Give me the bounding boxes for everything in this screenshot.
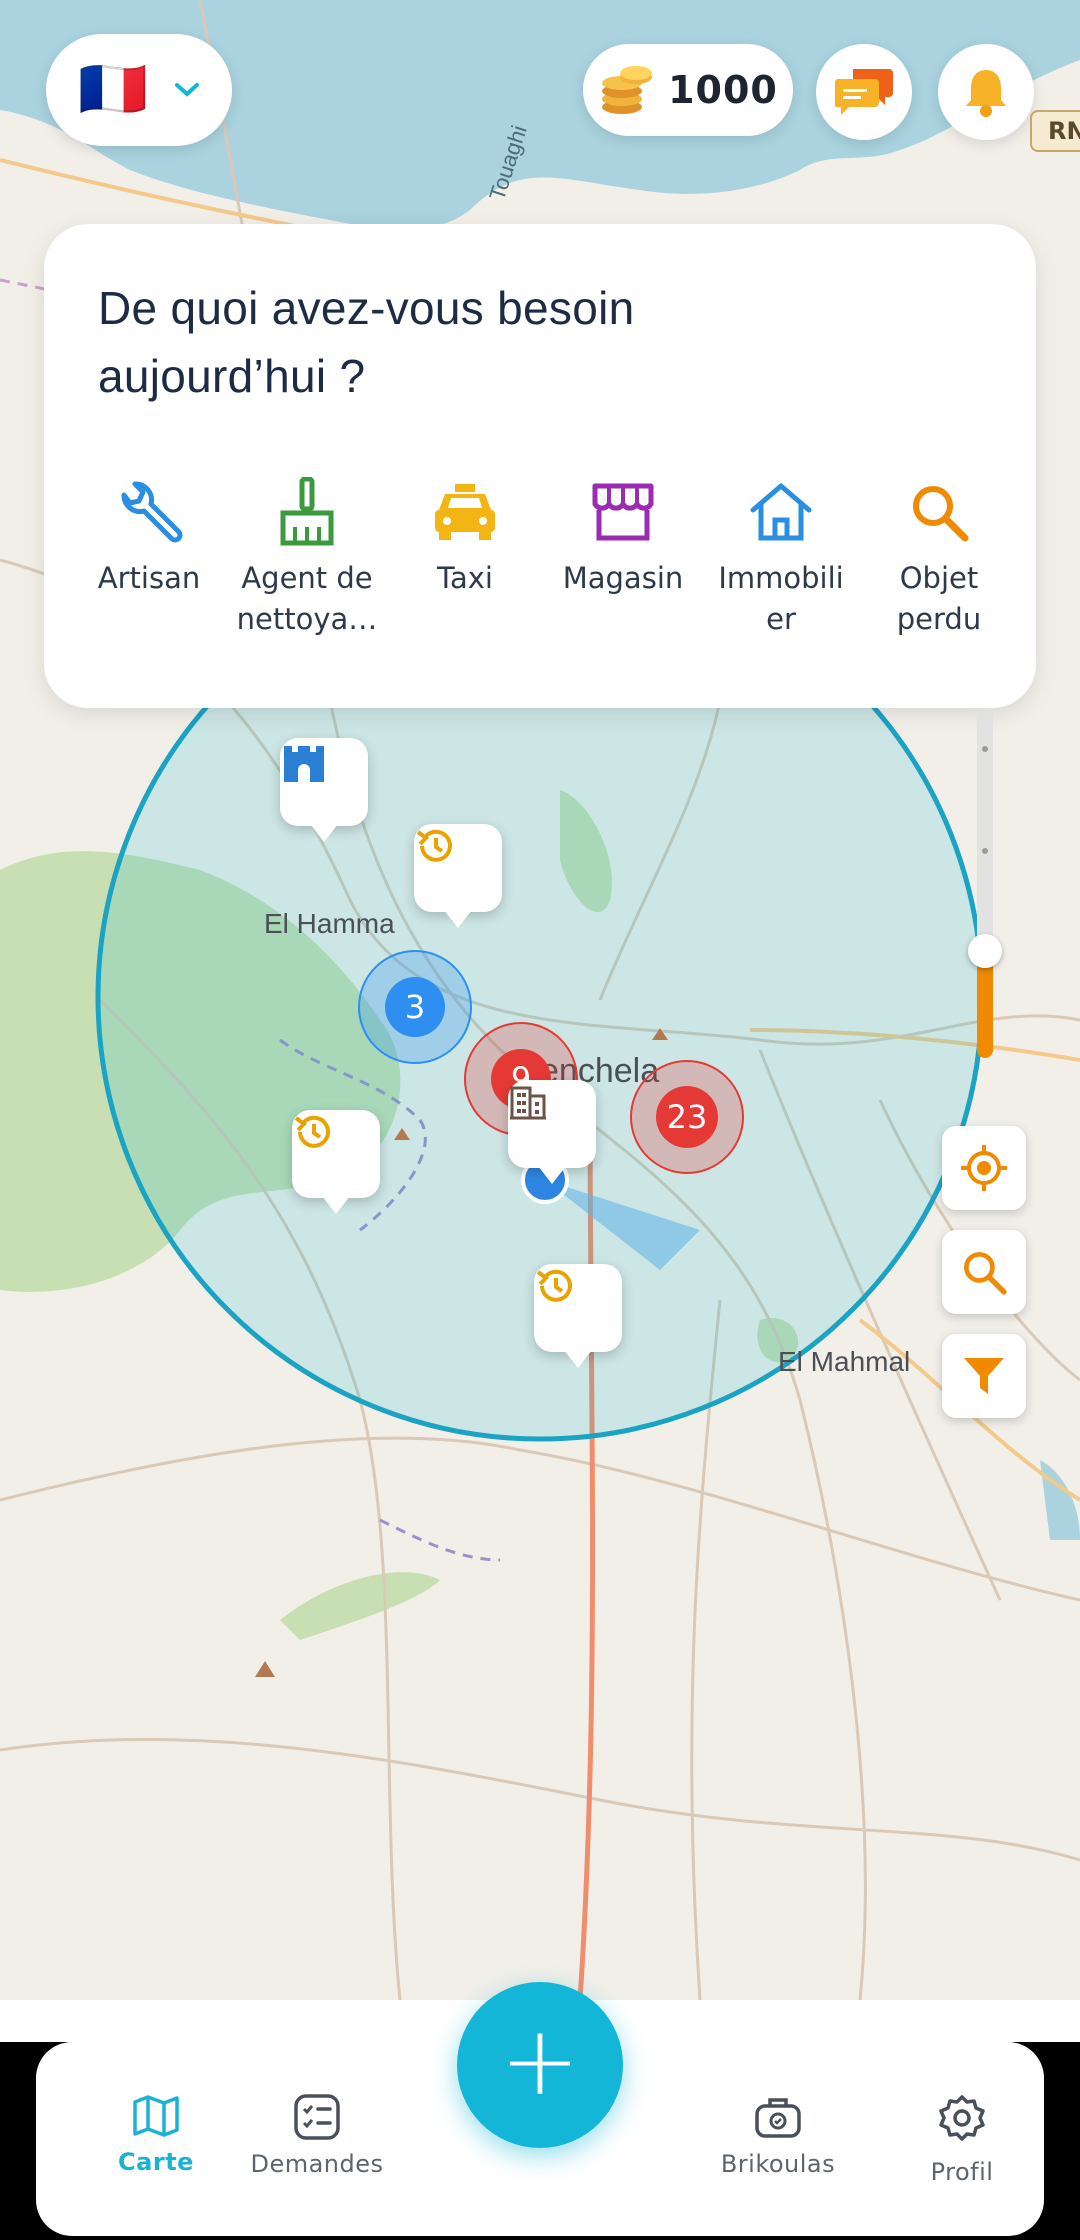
- slider-thumb[interactable]: [968, 934, 1002, 968]
- house-icon: [750, 483, 812, 541]
- history-marker[interactable]: [292, 1110, 380, 1214]
- chat-icon: [835, 69, 893, 115]
- building-icon: [510, 1086, 546, 1120]
- radius-slider[interactable]: [968, 708, 1002, 1060]
- history-icon: [536, 1269, 572, 1302]
- category-label: Immobili er: [718, 561, 844, 636]
- cluster-count: 23: [656, 1086, 718, 1148]
- coins-balance[interactable]: 1000: [583, 44, 793, 136]
- category-artisan[interactable]: Artisan: [74, 472, 224, 640]
- nav-item-demandes[interactable]: Demandes: [227, 2094, 407, 2178]
- notifications-button[interactable]: [938, 44, 1034, 140]
- history-icon: [294, 1115, 330, 1148]
- search-icon: [964, 1252, 1007, 1295]
- history-icon: [416, 829, 452, 862]
- nav-label: Carte: [118, 2148, 194, 2176]
- nav-item-brikoulas[interactable]: Brikoulas: [688, 2094, 868, 2178]
- plus-icon: +: [499, 2005, 581, 2117]
- category-label: Taxi: [437, 561, 493, 595]
- building-marker[interactable]: [508, 1080, 596, 1184]
- place-label-el-mahmal: El Mahmal: [778, 1346, 911, 1377]
- cluster-count: 3: [385, 977, 445, 1037]
- france-flag-icon: 🇫🇷: [78, 57, 148, 122]
- nav-item-profil[interactable]: Profil: [872, 2094, 1052, 2186]
- history-marker[interactable]: [414, 824, 502, 928]
- coins-value: 1000: [668, 68, 778, 112]
- toolbox-icon: [755, 2098, 801, 2138]
- slider-tick: [982, 746, 988, 752]
- nav-item-carte[interactable]: Carte: [66, 2094, 246, 2176]
- nav-label: Brikoulas: [720, 2150, 836, 2178]
- category-label: Objet perdu: [896, 561, 982, 636]
- store-icon: [592, 483, 654, 541]
- broom-icon: [280, 477, 334, 546]
- cluster-marker-red[interactable]: 23: [630, 1060, 744, 1174]
- castle-icon: [284, 746, 324, 782]
- cluster-marker-blue[interactable]: 3: [358, 950, 472, 1064]
- nav-label: Demandes: [250, 2150, 384, 2178]
- category-taxi[interactable]: Taxi: [390, 472, 540, 640]
- category-label: Artisan: [97, 561, 201, 595]
- card-title: De quoi avez-vous besoin aujourd’hui ?: [98, 282, 635, 402]
- messages-button[interactable]: [816, 44, 912, 140]
- taxi-icon: [435, 484, 495, 540]
- map-search-button[interactable]: [942, 1230, 1026, 1314]
- add-request-button[interactable]: +: [457, 1982, 623, 2148]
- nav-label: Profil: [930, 2158, 994, 2186]
- category-store[interactable]: Magasin: [548, 472, 698, 640]
- language-selector[interactable]: 🇫🇷: [46, 34, 232, 146]
- history-marker[interactable]: [534, 1264, 622, 1368]
- category-label: Agent de nettoya…: [236, 561, 378, 636]
- wrench-icon: [121, 481, 183, 543]
- place-label-el-hamma: El Hamma: [264, 908, 395, 939]
- checklist-icon: [294, 2094, 340, 2140]
- locate-me-button[interactable]: [942, 1126, 1026, 1210]
- filter-button[interactable]: [942, 1334, 1026, 1418]
- category-lost-object[interactable]: Objet perdu: [864, 472, 1014, 640]
- search-icon: [913, 486, 969, 542]
- slider-tick: [982, 848, 988, 854]
- map-icon: [133, 2095, 179, 2137]
- category-cleaning-agent[interactable]: Agent de nettoya…: [232, 472, 382, 640]
- service-card: De quoi avez-vous besoin aujourd’hui ? A…: [44, 224, 1036, 708]
- coins-icon: [602, 66, 653, 114]
- chevron-down-icon: [174, 83, 199, 97]
- slider-fill: [977, 958, 993, 1058]
- category-list: Artisan Agent de nettoya… Taxi Magasin I…: [74, 472, 1014, 640]
- gear-icon: [939, 2095, 985, 2141]
- crosshair-icon: [961, 1145, 1007, 1191]
- road-badge: RN: [1030, 110, 1080, 152]
- category-real-estate[interactable]: Immobili er: [706, 472, 856, 640]
- filter-icon: [964, 1358, 1004, 1394]
- category-label: Magasin: [562, 561, 684, 595]
- castle-marker[interactable]: [280, 738, 368, 842]
- bell-icon: [966, 70, 1006, 117]
